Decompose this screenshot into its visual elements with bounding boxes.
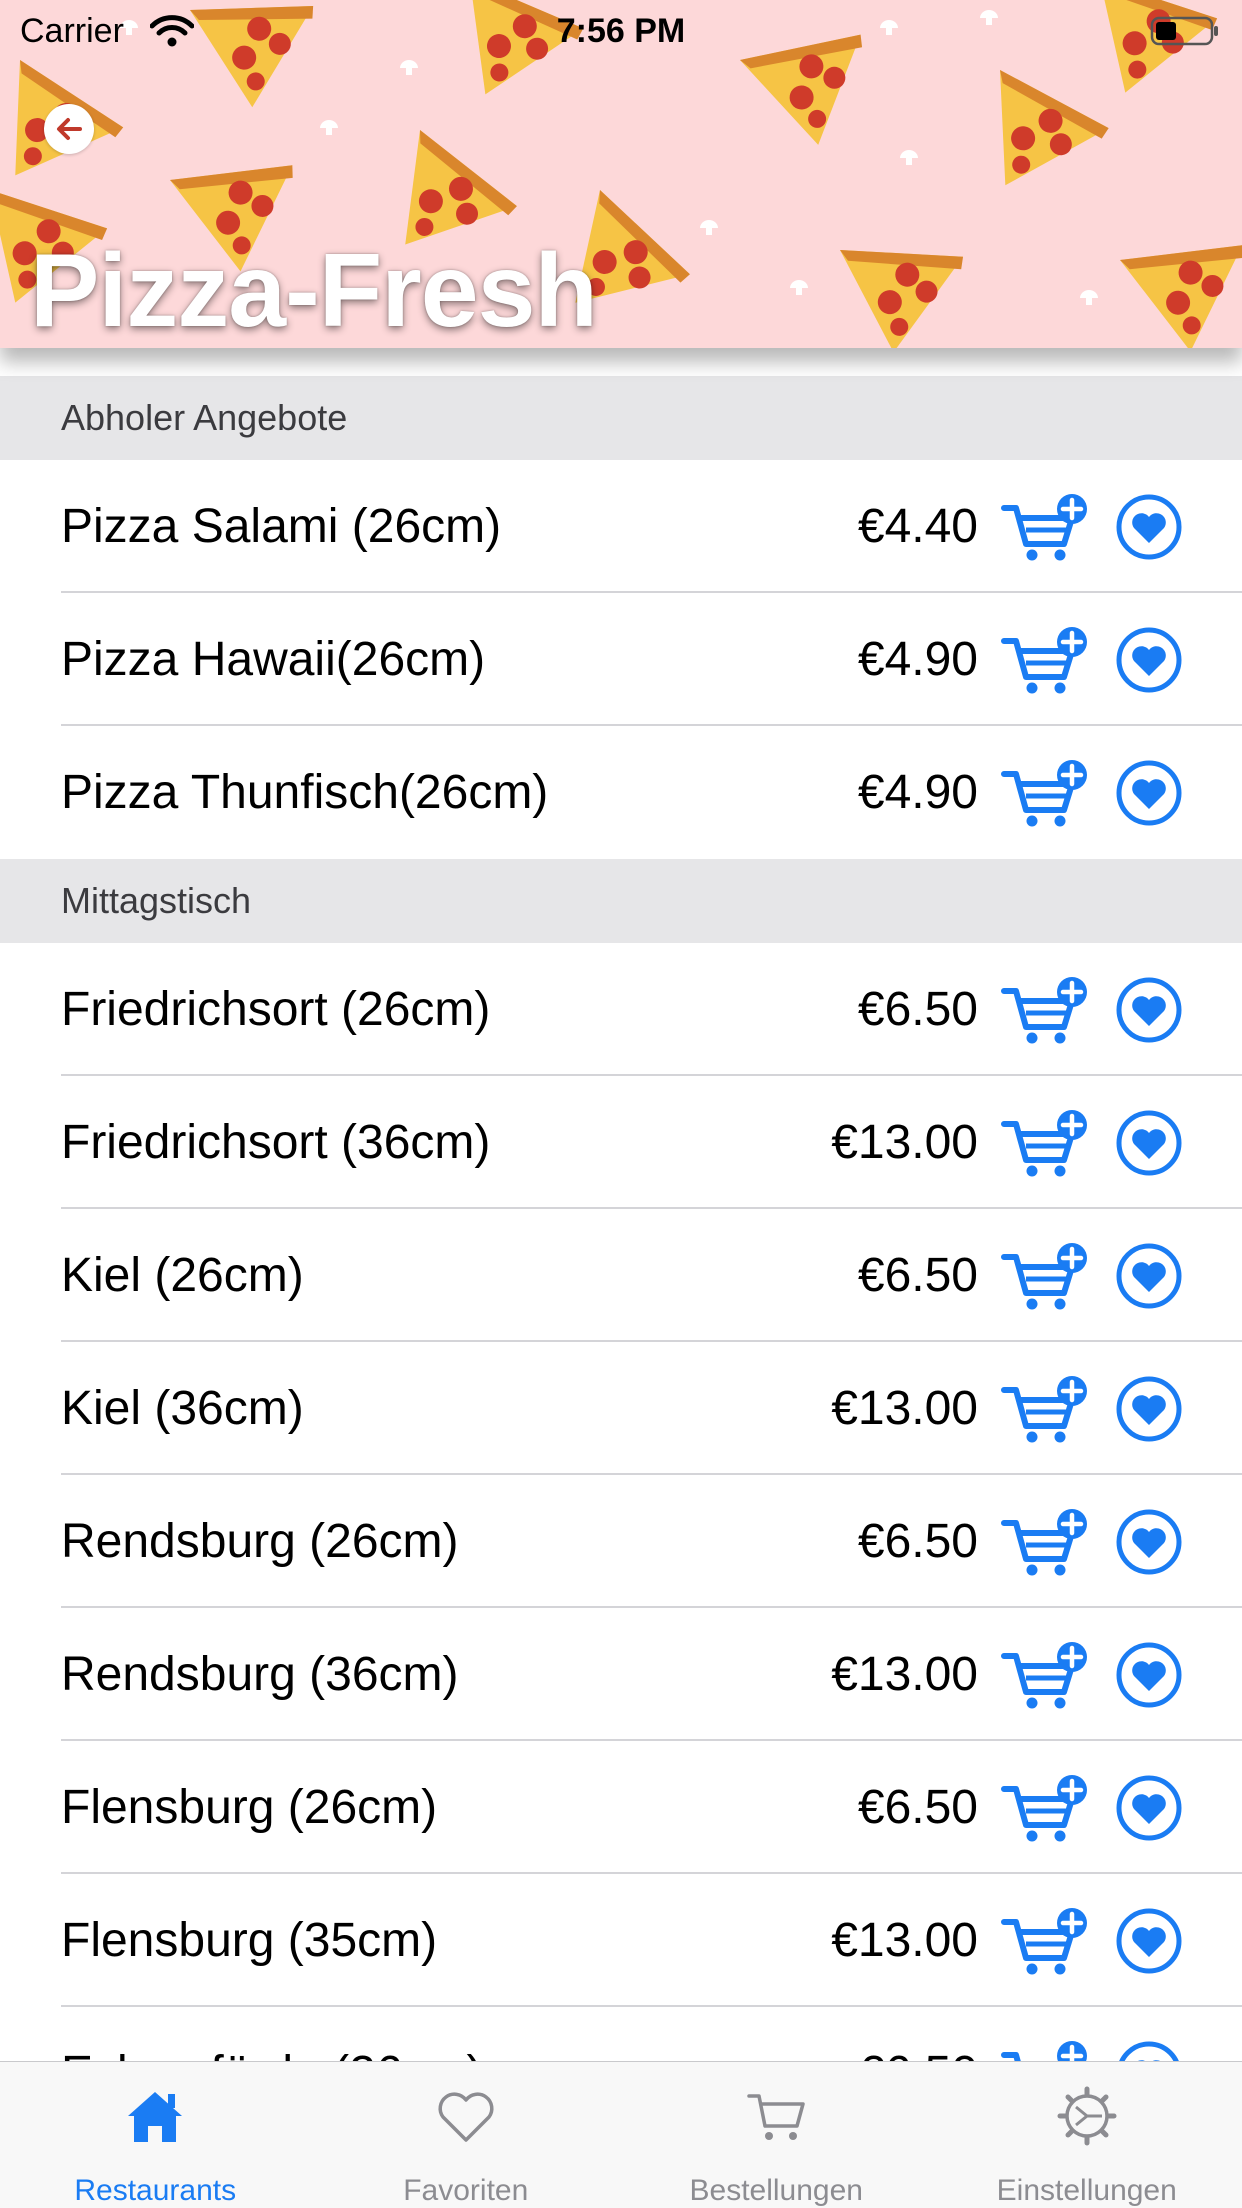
tab-einstellungen[interactable]: Einstellungen xyxy=(932,2062,1242,2208)
add-to-cart-icon[interactable] xyxy=(1000,758,1092,828)
menu-list[interactable]: Abholer Angebote Pizza Salami (26cm) €4.40… xyxy=(0,376,1242,2140)
menu-item-row[interactable]: Pizza Salami (26cm) €4.40 xyxy=(0,460,1242,593)
header-banner: Carrier 7:56 PM Pizza-Fresh xyxy=(0,0,1242,348)
favorite-heart-icon[interactable] xyxy=(1115,626,1183,694)
house-icon xyxy=(128,2092,183,2142)
menu-item-price: €4.90 xyxy=(857,766,978,819)
menu-item-row[interactable]: Flensburg (26cm) €6.50 xyxy=(0,1741,1242,1874)
favorite-heart-icon[interactable] xyxy=(1115,1375,1183,1443)
menu-item-row[interactable]: Pizza Hawaii(26cm) €4.90 xyxy=(0,593,1242,726)
menu-item-name: Kiel (26cm) xyxy=(61,1249,304,1302)
battery-icon xyxy=(1150,16,1218,46)
tab-label: Einstellungen xyxy=(996,2174,1177,2207)
add-to-cart-icon[interactable] xyxy=(1000,975,1092,1045)
menu-item-name: Rendsburg (26cm) xyxy=(61,1515,459,1568)
clock-label: 7:56 PM xyxy=(556,12,686,50)
menu-item-row[interactable]: Kiel (36cm) €13.00 xyxy=(0,1342,1242,1475)
menu-item-row[interactable]: Flensburg (35cm) €13.00 xyxy=(0,1874,1242,2007)
menu-item-row[interactable]: Friedrichsort (36cm) €13.00 xyxy=(0,1076,1242,1209)
favorite-heart-icon[interactable] xyxy=(1115,1774,1183,1842)
tab-restaurants[interactable]: Restaurants xyxy=(0,2062,311,2208)
add-to-cart-icon[interactable] xyxy=(1000,1108,1092,1178)
add-to-cart-icon[interactable] xyxy=(1000,625,1092,695)
menu-item-name: Pizza Salami (26cm) xyxy=(61,500,502,553)
menu-item-price: €6.50 xyxy=(857,983,978,1036)
tab-bar: Restaurants Favoriten Bestellungen Einst… xyxy=(0,2061,1242,2208)
favorite-heart-icon[interactable] xyxy=(1115,1508,1183,1576)
gear-icon xyxy=(1057,2086,1117,2146)
section-header: Abholer Angebote xyxy=(0,376,1242,460)
favorite-heart-icon[interactable] xyxy=(1115,1242,1183,1310)
menu-item-price: €13.00 xyxy=(831,1648,978,1701)
menu-item-name: Friedrichsort (36cm) xyxy=(61,1116,491,1169)
menu-item-row[interactable]: Rendsburg (36cm) €13.00 xyxy=(0,1608,1242,1741)
add-to-cart-icon[interactable] xyxy=(1000,1241,1092,1311)
add-to-cart-icon[interactable] xyxy=(1000,1906,1092,1976)
add-to-cart-icon[interactable] xyxy=(1000,1640,1092,1710)
add-to-cart-icon[interactable] xyxy=(1000,492,1092,562)
menu-item-price: €13.00 xyxy=(831,1914,978,1967)
menu-item-price: €4.40 xyxy=(857,500,978,553)
add-to-cart-icon[interactable] xyxy=(1000,1773,1092,1843)
cart-icon xyxy=(747,2094,805,2140)
heart-outline-icon xyxy=(438,2092,494,2142)
menu-item-name: Rendsburg (36cm) xyxy=(61,1648,459,1701)
menu-item-row[interactable]: Rendsburg (26cm) €6.50 xyxy=(0,1475,1242,1608)
add-to-cart-icon[interactable] xyxy=(1000,1374,1092,1444)
tab-label: Restaurants xyxy=(74,2174,237,2207)
page-title: Pizza-Fresh xyxy=(30,233,598,348)
menu-item-price: €6.50 xyxy=(857,1249,978,1302)
arrow-left-icon xyxy=(57,118,82,140)
menu-item-name: Pizza Hawaii(26cm) xyxy=(61,633,486,686)
menu-item-name: Pizza Thunfisch(26cm) xyxy=(61,766,549,819)
tab-label: Favoriten xyxy=(403,2174,529,2207)
menu-item-row[interactable]: Friedrichsort (26cm) €6.50 xyxy=(0,943,1242,1076)
menu-item-price: €6.50 xyxy=(857,1781,978,1834)
menu-item-name: Flensburg (26cm) xyxy=(61,1781,438,1834)
favorite-heart-icon[interactable] xyxy=(1115,1641,1183,1709)
menu-item-row[interactable]: Kiel (26cm) €6.50 xyxy=(0,1209,1242,1342)
back-button[interactable] xyxy=(44,104,94,154)
menu-item-name: Friedrichsort (26cm) xyxy=(61,983,491,1036)
tab-favoriten[interactable]: Favoriten xyxy=(311,2062,622,2208)
add-to-cart-icon[interactable] xyxy=(1000,1507,1092,1577)
favorite-heart-icon[interactable] xyxy=(1115,1907,1183,1975)
menu-item-name: Kiel (36cm) xyxy=(61,1382,304,1435)
menu-item-price: €13.00 xyxy=(831,1382,978,1435)
menu-item-name: Flensburg (35cm) xyxy=(61,1914,438,1967)
status-bar: Carrier 7:56 PM xyxy=(0,0,1242,62)
menu-item-price: €4.90 xyxy=(857,633,978,686)
tab-bestellungen[interactable]: Bestellungen xyxy=(621,2062,932,2208)
favorite-heart-icon[interactable] xyxy=(1115,1109,1183,1177)
menu-item-price: €13.00 xyxy=(831,1116,978,1169)
favorite-heart-icon[interactable] xyxy=(1115,759,1183,827)
menu-item-row[interactable]: Pizza Thunfisch(26cm) €4.90 xyxy=(0,726,1242,859)
favorite-heart-icon[interactable] xyxy=(1115,976,1183,1044)
favorite-heart-icon[interactable] xyxy=(1115,493,1183,561)
section-header: Mittagstisch xyxy=(0,859,1242,943)
tab-label: Bestellungen xyxy=(689,2174,863,2207)
menu-item-price: €6.50 xyxy=(857,1515,978,1568)
